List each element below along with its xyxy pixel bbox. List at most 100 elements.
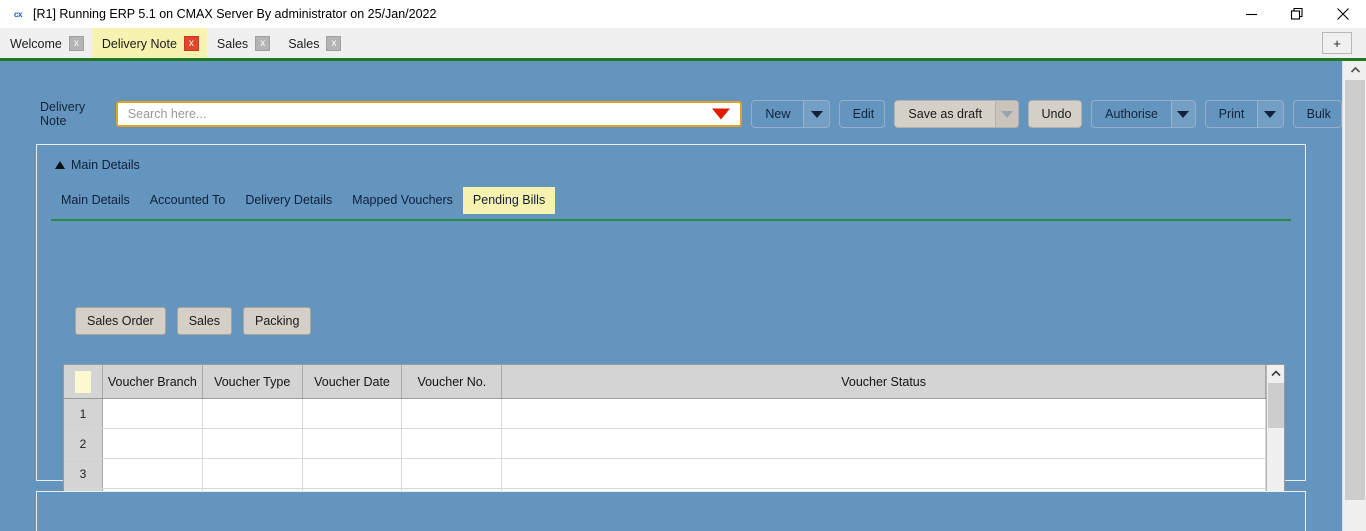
cell-voucher-status[interactable] bbox=[502, 399, 1266, 428]
tab-label: Sales bbox=[288, 36, 320, 51]
sales-button[interactable]: Sales bbox=[176, 307, 232, 335]
window-controls bbox=[1228, 0, 1366, 28]
cell-voucher-no[interactable] bbox=[402, 399, 503, 428]
search-input[interactable]: Search here... bbox=[115, 101, 743, 127]
new-button-label: New bbox=[765, 107, 791, 121]
main-content-area: Delivery Note Search here... New Edit Sa… bbox=[0, 61, 1342, 531]
chevron-down-icon bbox=[1000, 110, 1013, 118]
column-header-voucher-date[interactable]: Voucher Date bbox=[303, 365, 403, 398]
close-icon[interactable] bbox=[1320, 0, 1366, 28]
row-number: 1 bbox=[64, 399, 103, 428]
tab-label: Welcome bbox=[10, 36, 62, 51]
grid-header-row: Voucher Branch Voucher Type Voucher Date… bbox=[64, 365, 1266, 399]
selection-indicator bbox=[74, 370, 91, 393]
authorise-button[interactable]: Authorise bbox=[1091, 100, 1196, 128]
tab-delivery-details[interactable]: Delivery Details bbox=[235, 187, 342, 214]
tab-strip: Welcome x Delivery Note x Sales x Sales … bbox=[0, 28, 1366, 59]
tab-label: Delivery Note bbox=[101, 36, 177, 51]
cell-voucher-branch[interactable] bbox=[102, 429, 203, 458]
cell-voucher-status[interactable] bbox=[502, 429, 1266, 458]
window-vertical-scrollbar[interactable] bbox=[1342, 61, 1366, 531]
bulk-button[interactable]: Bulk bbox=[1292, 100, 1342, 128]
restore-icon[interactable] bbox=[1274, 0, 1320, 28]
cell-voucher-type[interactable] bbox=[202, 459, 303, 488]
grid-select-all-header[interactable] bbox=[64, 365, 103, 398]
table-row[interactable]: 3 bbox=[64, 459, 1266, 489]
minimize-icon[interactable] bbox=[1228, 0, 1274, 28]
tab-sales-2[interactable]: Sales x bbox=[278, 28, 349, 59]
bulk-button-label: Bulk bbox=[1306, 107, 1331, 121]
panel-title: Main Details bbox=[71, 158, 140, 172]
window-title: [R1] Running ERP 5.1 on CMAX Server By a… bbox=[33, 7, 437, 21]
module-label: Delivery Note bbox=[40, 100, 86, 128]
new-button[interactable]: New bbox=[751, 100, 830, 128]
panel-tab-underline bbox=[51, 219, 1291, 221]
packing-button[interactable]: Packing bbox=[242, 307, 312, 335]
column-header-voucher-status[interactable]: Voucher Status bbox=[502, 365, 1266, 398]
tab-main-details[interactable]: Main Details bbox=[51, 187, 140, 214]
tab-mapped-vouchers[interactable]: Mapped Vouchers bbox=[342, 187, 463, 214]
new-dropdown-toggle[interactable] bbox=[803, 101, 829, 127]
module-toolbar: Delivery Note Search here... New Edit Sa… bbox=[0, 92, 1342, 136]
print-dropdown-toggle[interactable] bbox=[1257, 101, 1283, 127]
scrollbar-thumb[interactable] bbox=[1268, 383, 1284, 428]
pending-bills-filter-bar: Sales Order Sales Packing bbox=[75, 307, 322, 335]
erp-application-window: cx [R1] Running ERP 5.1 on CMAX Server B… bbox=[0, 0, 1366, 531]
authorise-dropdown-toggle[interactable] bbox=[1170, 101, 1195, 127]
row-number: 3 bbox=[64, 459, 103, 488]
triangle-up-icon[interactable] bbox=[55, 161, 65, 169]
sales-order-button[interactable]: Sales Order bbox=[75, 307, 166, 335]
close-icon[interactable]: x bbox=[255, 36, 271, 51]
edit-button[interactable]: Edit bbox=[838, 100, 886, 128]
table-row[interactable]: 1 bbox=[64, 399, 1266, 429]
tab-delivery-note[interactable]: Delivery Note x bbox=[91, 28, 207, 59]
print-button-label: Print bbox=[1218, 107, 1245, 121]
chevron-down-icon bbox=[810, 110, 823, 118]
close-icon[interactable]: x bbox=[183, 36, 199, 51]
panel-header[interactable]: Main Details bbox=[37, 145, 1305, 172]
tab-welcome[interactable]: Welcome x bbox=[0, 28, 92, 59]
secondary-panel bbox=[36, 491, 1306, 531]
scrollbar-thumb[interactable] bbox=[1345, 80, 1365, 500]
tab-accounted-to[interactable]: Accounted To bbox=[140, 187, 236, 214]
column-header-voucher-branch[interactable]: Voucher Branch bbox=[103, 365, 203, 398]
add-tab-wrapper: + bbox=[1322, 32, 1352, 54]
table-row[interactable]: 2 bbox=[64, 429, 1266, 459]
chevron-down-icon bbox=[1264, 110, 1277, 118]
search-placeholder: Search here... bbox=[127, 107, 207, 121]
undo-button-label: Undo bbox=[1041, 107, 1072, 121]
chevron-up-icon[interactable] bbox=[1343, 61, 1366, 78]
column-header-voucher-type[interactable]: Voucher Type bbox=[203, 365, 303, 398]
add-tab-button[interactable]: + bbox=[1322, 32, 1352, 54]
tab-sales-1[interactable]: Sales x bbox=[207, 28, 278, 59]
cell-voucher-type[interactable] bbox=[202, 399, 303, 428]
cell-voucher-branch[interactable] bbox=[102, 459, 203, 488]
chevron-up-icon[interactable] bbox=[1267, 365, 1284, 382]
tab-pending-bills[interactable]: Pending Bills bbox=[462, 187, 556, 214]
close-icon[interactable]: x bbox=[326, 36, 342, 51]
save-as-draft-button[interactable]: Save as draft bbox=[894, 100, 1019, 128]
cell-voucher-date[interactable] bbox=[302, 429, 403, 458]
panel-tab-bar: Main Details Accounted To Delivery Detai… bbox=[51, 186, 1305, 214]
row-number: 2 bbox=[64, 429, 103, 458]
chevron-down-icon[interactable] bbox=[712, 108, 731, 120]
save-as-draft-dropdown-toggle[interactable] bbox=[995, 101, 1018, 127]
undo-button[interactable]: Undo bbox=[1027, 100, 1083, 128]
cell-voucher-date[interactable] bbox=[302, 399, 403, 428]
cell-voucher-branch[interactable] bbox=[102, 399, 203, 428]
edit-button-label: Edit bbox=[852, 107, 875, 121]
close-icon[interactable]: x bbox=[68, 36, 84, 51]
cell-voucher-no[interactable] bbox=[402, 429, 503, 458]
cell-voucher-no[interactable] bbox=[402, 459, 503, 488]
cell-voucher-type[interactable] bbox=[202, 429, 303, 458]
print-button[interactable]: Print bbox=[1204, 100, 1284, 128]
cell-voucher-status[interactable] bbox=[502, 459, 1266, 488]
app-icon: cx bbox=[14, 9, 22, 19]
title-bar: cx [R1] Running ERP 5.1 on CMAX Server B… bbox=[0, 0, 1366, 28]
tab-label: Sales bbox=[216, 36, 249, 51]
chevron-down-icon bbox=[1177, 110, 1190, 118]
main-details-panel: Main Details Main Details Accounted To D… bbox=[36, 144, 1306, 531]
column-header-voucher-no[interactable]: Voucher No. bbox=[402, 365, 503, 398]
save-as-draft-label: Save as draft bbox=[908, 107, 983, 121]
cell-voucher-date[interactable] bbox=[302, 459, 403, 488]
